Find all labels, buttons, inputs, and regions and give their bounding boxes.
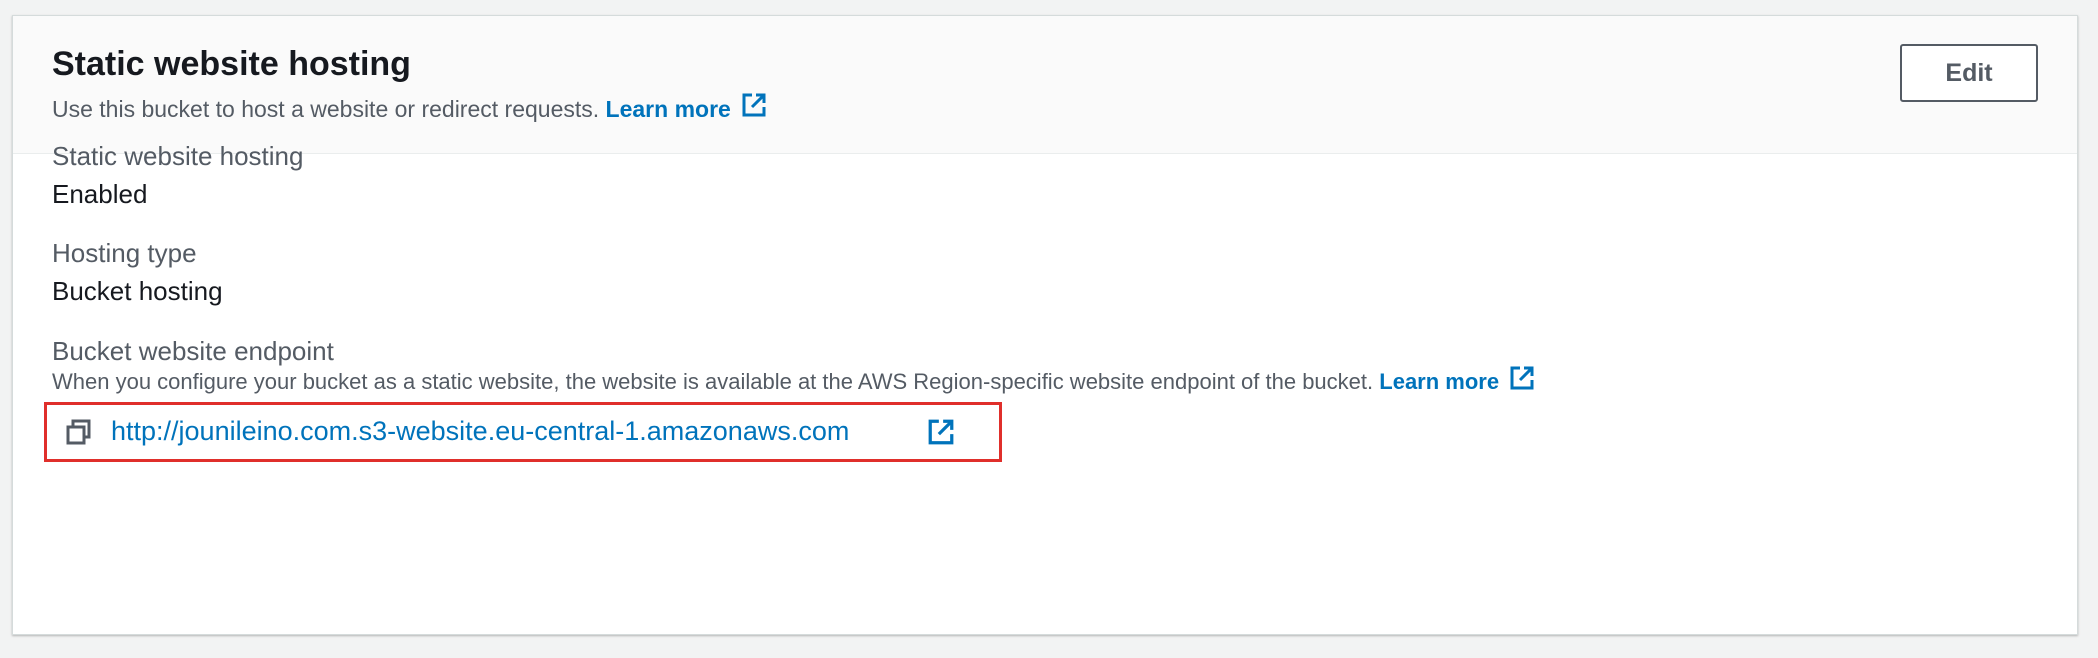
endpoint-highlight-box: http://jounileino.com.s3-website.eu-cent… xyxy=(44,402,1002,462)
hosting-type-value: Bucket hosting xyxy=(52,276,223,306)
panel-title: Static website hosting xyxy=(52,45,411,83)
external-link-icon[interactable] xyxy=(741,92,767,124)
learn-more-link[interactable]: Learn more xyxy=(606,96,731,122)
endpoint-label: Bucket website endpoint xyxy=(52,336,334,366)
endpoint-description-text: When you configure your bucket as a stat… xyxy=(52,369,1374,394)
hosting-status-value: Enabled xyxy=(52,179,148,209)
static-website-hosting-panel: Static website hosting Use this bucket t… xyxy=(12,15,2078,635)
panel-description: Use this bucket to host a website or red… xyxy=(52,93,767,124)
hosting-type-label: Hosting type xyxy=(52,238,197,268)
edit-button[interactable]: Edit xyxy=(1900,44,2038,102)
endpoint-url-link[interactable]: http://jounileino.com.s3-website.eu-cent… xyxy=(111,416,849,447)
external-link-icon[interactable] xyxy=(1509,365,1535,397)
copy-icon[interactable] xyxy=(65,418,93,451)
endpoint-description: When you configure your bucket as a stat… xyxy=(52,366,1535,397)
external-link-icon[interactable] xyxy=(927,418,955,451)
panel-description-text: Use this bucket to host a website or red… xyxy=(52,96,600,122)
endpoint-learn-more-link[interactable]: Learn more xyxy=(1379,369,1499,394)
panel-header: Static website hosting Use this bucket t… xyxy=(13,16,2077,154)
hosting-status-label: Static website hosting xyxy=(52,141,304,171)
